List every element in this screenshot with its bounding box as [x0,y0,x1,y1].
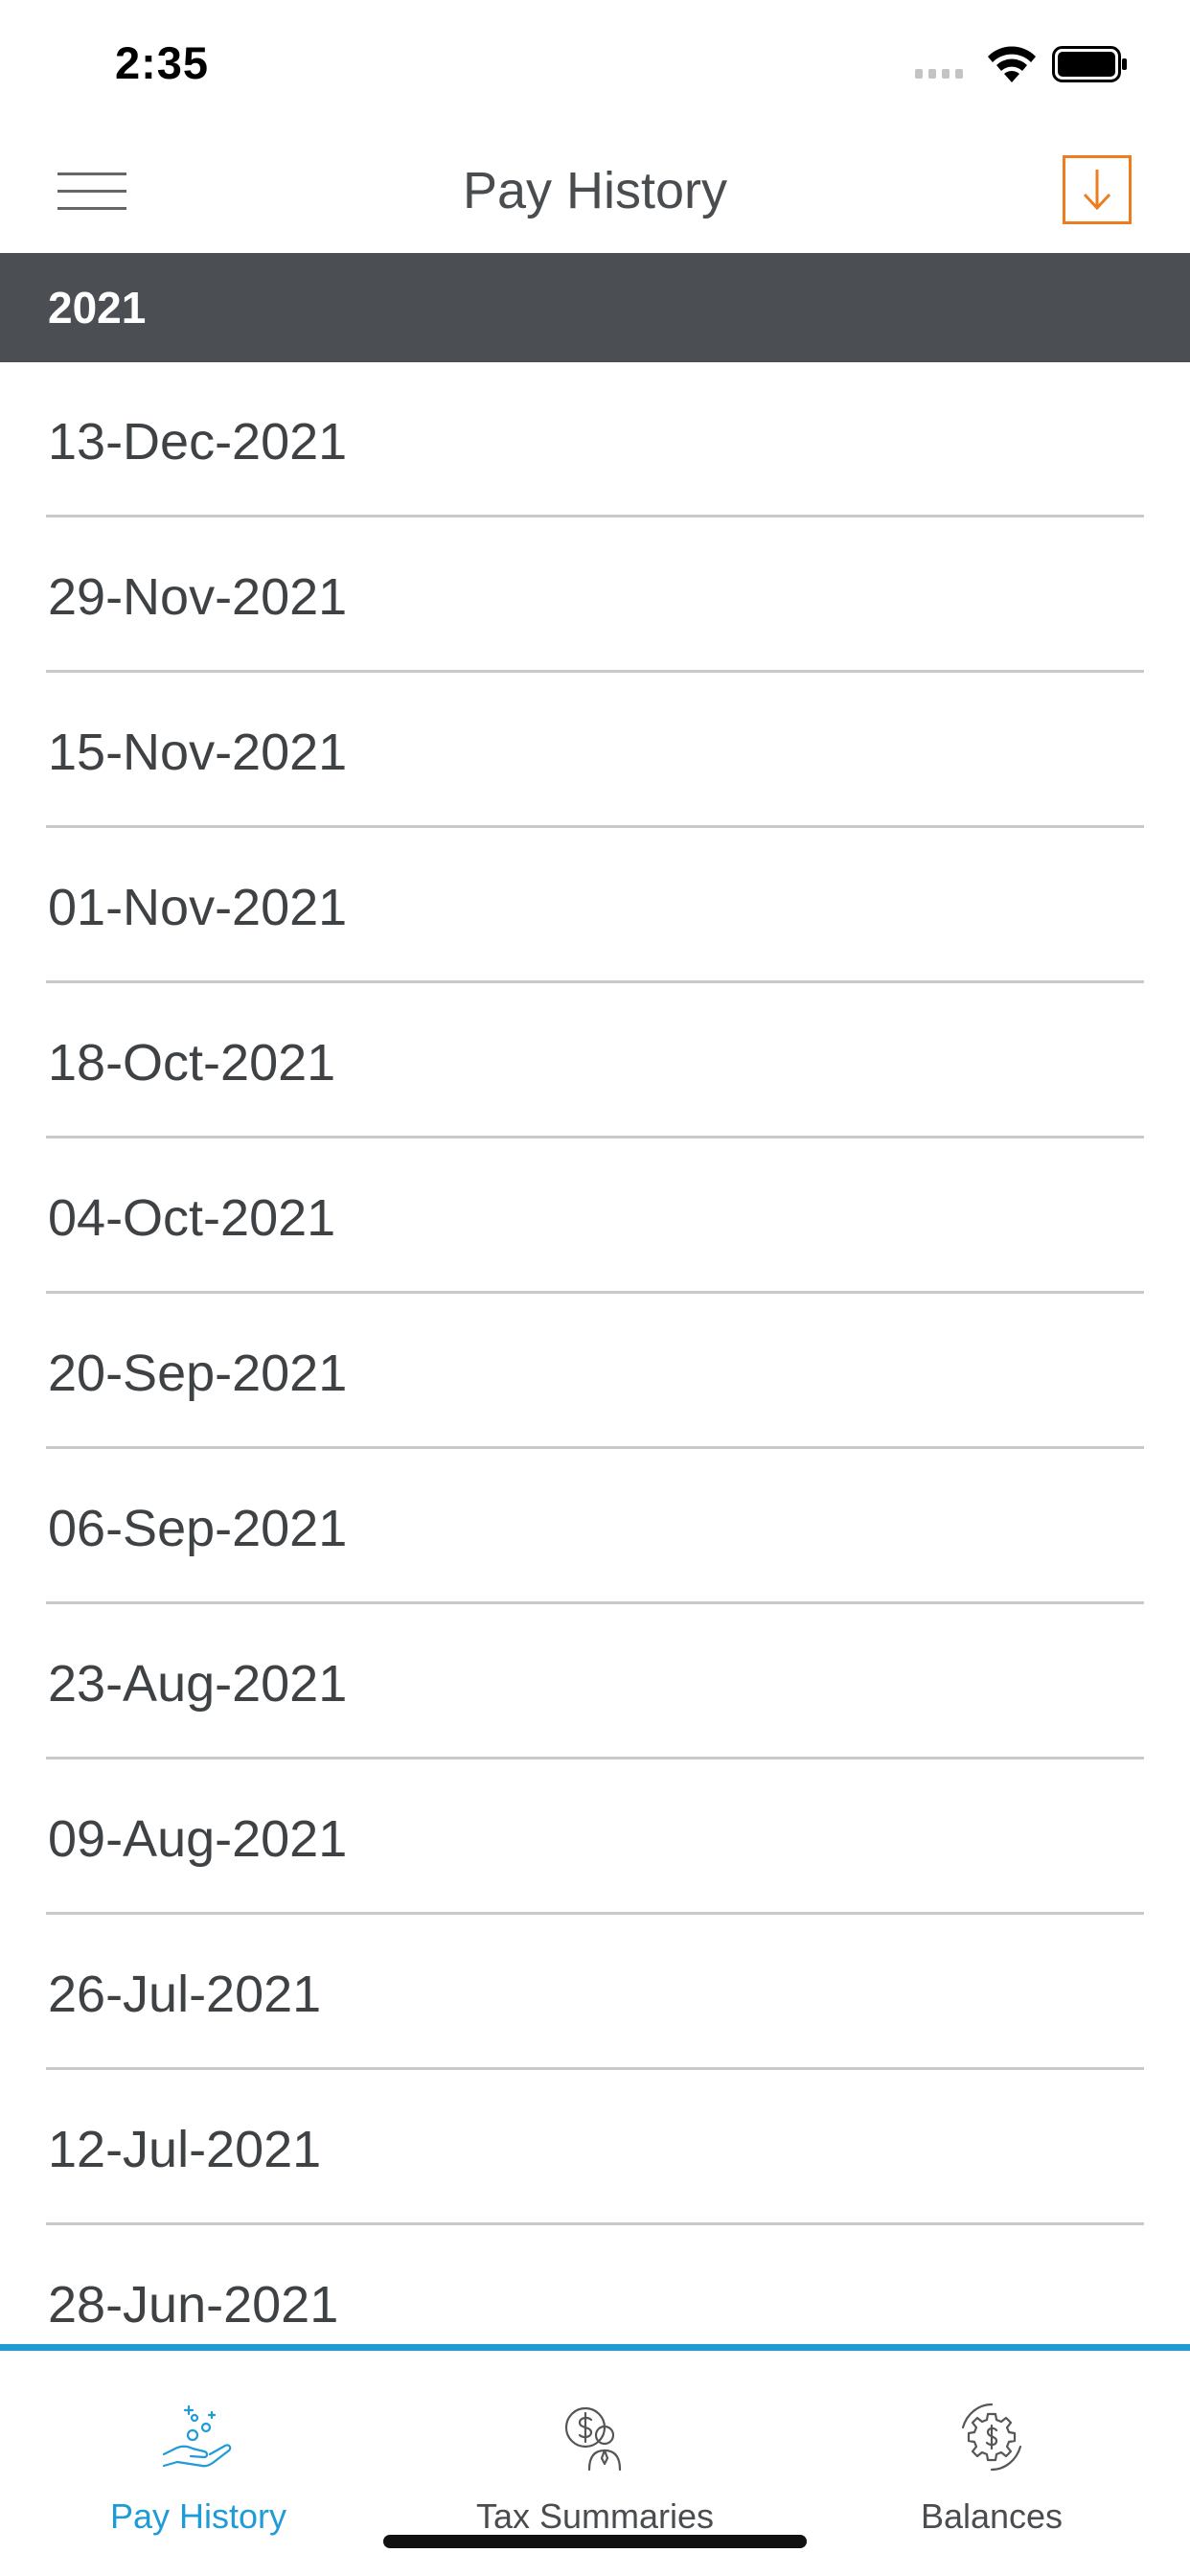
pay-date: 04-Oct-2021 [48,1189,336,1247]
pay-date: 20-Sep-2021 [48,1345,348,1402]
pay-date: 01-Nov-2021 [48,879,348,936]
pay-date-row[interactable]: 01-Nov-2021 [0,828,1190,983]
download-button[interactable] [1063,155,1132,224]
pay-date-row[interactable]: 18-Oct-2021 [0,983,1190,1138]
pay-date-row[interactable]: 06-Sep-2021 [0,1449,1190,1604]
pay-history-icon [162,2404,232,2468]
balances-icon [961,2403,1022,2472]
pay-date-row[interactable]: 12-Jul-2021 [0,2070,1190,2225]
year-section-header: 2021 [0,253,1190,362]
tab-balances[interactable]: Balances [793,2351,1190,2576]
pay-date: 06-Sep-2021 [48,1500,348,1557]
pay-date: 13-Dec-2021 [48,413,348,471]
tab-pay-history[interactable]: Pay History [0,2351,397,2576]
status-bar: 2:35 [0,0,1190,134]
download-icon [1083,170,1111,211]
wifi-icon [988,46,1036,82]
pay-date-row[interactable]: 09-Aug-2021 [0,1760,1190,1915]
page-title: Pay History [462,162,728,219]
pay-date-list: 13-Dec-2021 29-Nov-2021 15-Nov-2021 01-N… [0,362,1190,2380]
pay-date-row[interactable]: 26-Jul-2021 [0,1915,1190,2070]
tab-label: Balances [920,2496,1064,2536]
pay-date: 26-Jul-2021 [48,1966,322,2023]
tab-label: Pay History [109,2496,287,2536]
status-time: 2:35 [115,37,210,88]
pay-date-row[interactable]: 29-Nov-2021 [0,518,1190,673]
pay-date-row[interactable]: 13-Dec-2021 [0,362,1190,518]
pay-date-row[interactable]: 23-Aug-2021 [0,1604,1190,1760]
pay-date-row[interactable]: 15-Nov-2021 [0,673,1190,828]
cellular-signal-icon [915,69,963,79]
home-indicator [383,2535,807,2548]
battery-icon [1052,46,1127,82]
pay-date: 18-Oct-2021 [48,1034,336,1092]
navigation-bar: Pay History [0,134,1190,253]
pay-date: 23-Aug-2021 [48,1655,348,1713]
tax-summaries-icon [564,2406,622,2472]
year-label: 2021 [48,283,147,333]
tab-label: Tax Summaries [475,2496,715,2536]
pay-date: 29-Nov-2021 [48,568,348,626]
pay-date: 28-Jun-2021 [48,2276,339,2334]
pay-date: 12-Jul-2021 [48,2121,322,2178]
pay-date-row[interactable]: 20-Sep-2021 [0,1294,1190,1449]
pay-date-row[interactable]: 04-Oct-2021 [0,1138,1190,1294]
app-screen: 2:35 Pay History 2021 13-Dec-2021 29-Nov… [0,0,1190,2576]
pay-date: 09-Aug-2021 [48,1810,348,1868]
pay-date: 15-Nov-2021 [48,724,348,781]
